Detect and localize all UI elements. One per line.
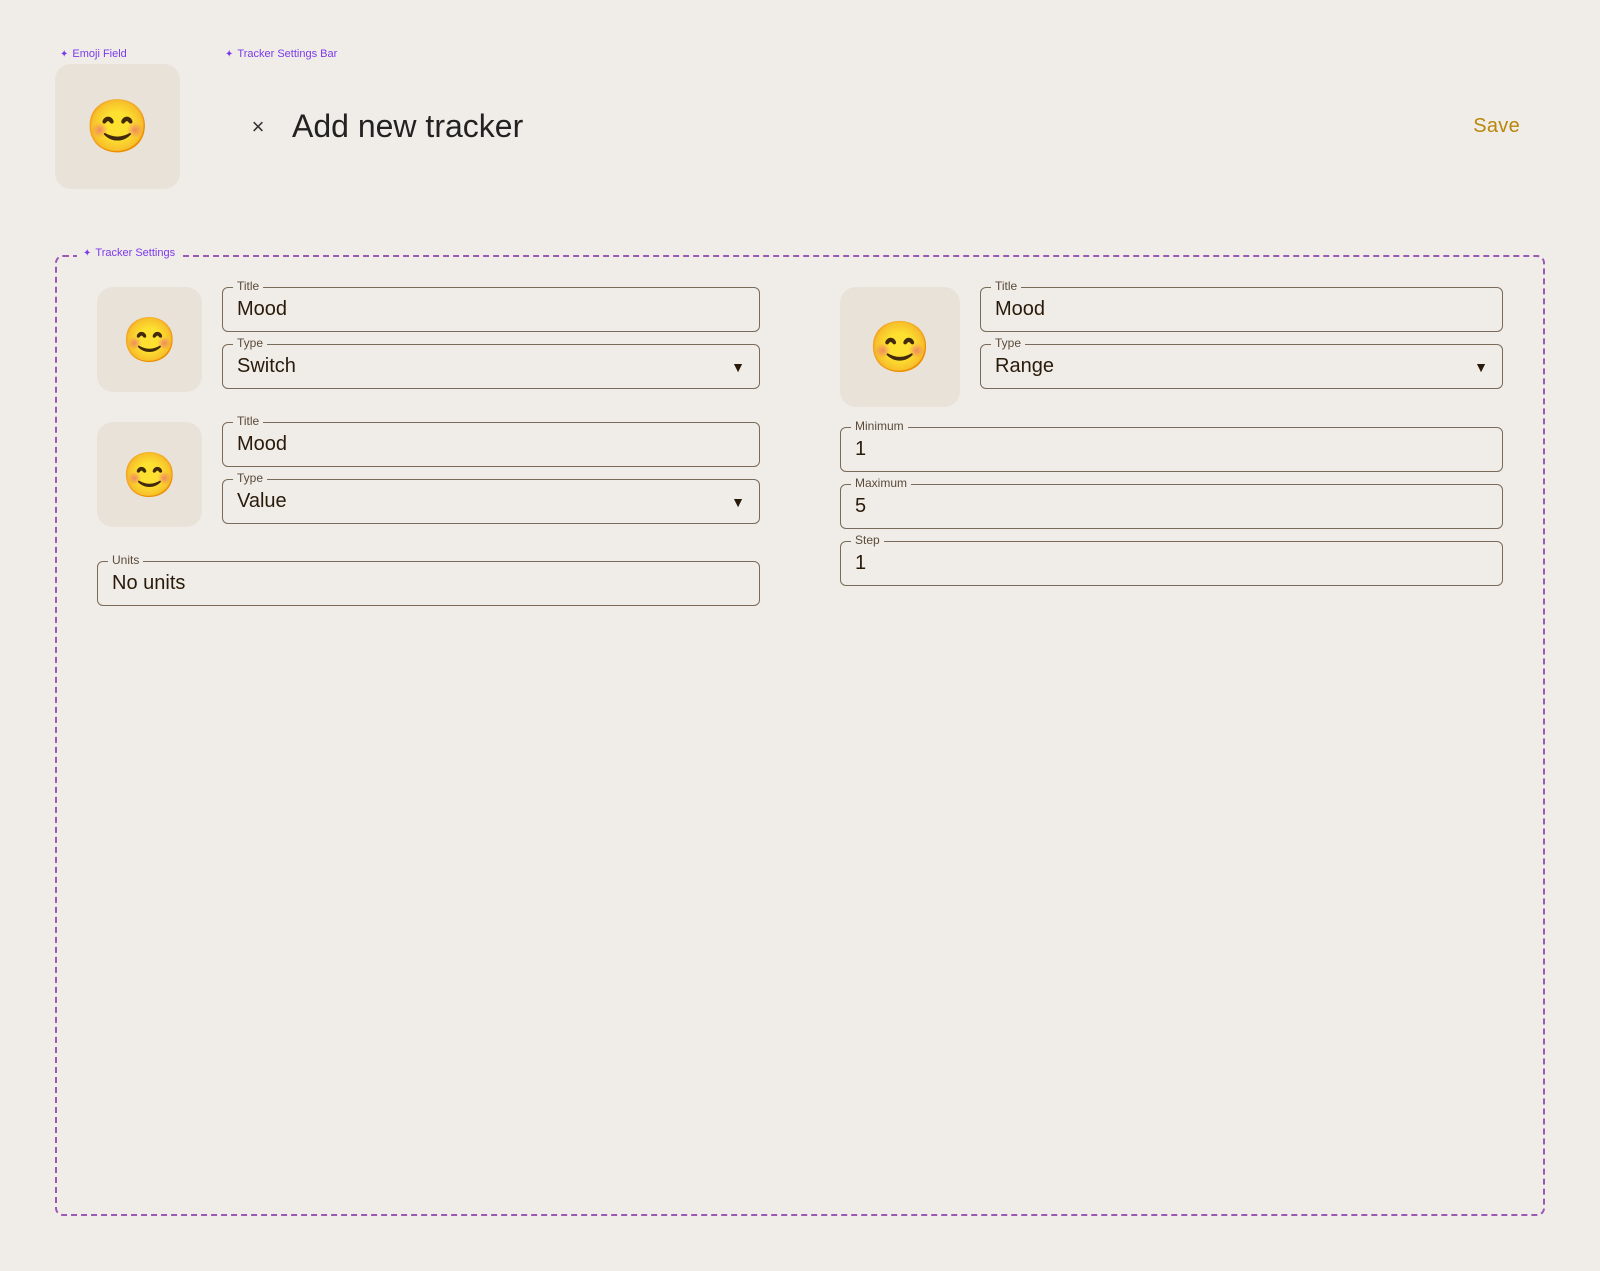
tracker-emoji-range[interactable]: 😊 (840, 287, 960, 407)
numeric-section: Minimum Maximum Step (840, 427, 1503, 586)
maximum-input[interactable] (855, 491, 1488, 518)
emoji-value: 😊 (122, 449, 177, 501)
tracker-settings-bar-annotation: Tracker Settings Bar (225, 48, 337, 60)
tracker-card-range: 😊 Title Type Range ▼ (840, 287, 1503, 407)
fields-value: Title Type Value ▼ (222, 422, 760, 524)
close-button[interactable]: × (240, 109, 276, 145)
title-label-value: Title (233, 414, 263, 428)
emoji-switch: 😊 (122, 314, 177, 366)
type-value-switch: Switch (237, 351, 296, 378)
tracker-settings-annotation: Tracker Settings (77, 247, 181, 259)
emoji-range: 😊 (869, 318, 931, 377)
dropdown-arrow-switch: ▼ (731, 359, 745, 375)
title-input-value[interactable] (237, 429, 745, 456)
type-field-value[interactable]: Type Value ▼ (222, 479, 760, 524)
step-field: Step (840, 541, 1503, 586)
tracker-card-value: 😊 Title Type Value ▼ (97, 422, 760, 527)
tracker-card-switch: 😊 Title Type Switch ▼ (97, 287, 760, 392)
maximum-field: Maximum (840, 484, 1503, 529)
type-field-switch[interactable]: Type Switch ▼ (222, 344, 760, 389)
dropdown-arrow-range: ▼ (1474, 359, 1488, 375)
tracker-emoji-value[interactable]: 😊 (97, 422, 202, 527)
step-label: Step (851, 533, 884, 547)
title-input-switch[interactable] (237, 294, 745, 321)
title-input-range[interactable] (995, 294, 1488, 321)
maximum-label: Maximum (851, 476, 911, 490)
emoji-field-box[interactable]: 😊 (55, 64, 180, 189)
tracker-settings-container: Tracker Settings 😊 Title Type Switc (55, 255, 1545, 1216)
right-column: 😊 Title Type Range ▼ (840, 287, 1503, 1174)
settings-grid: 😊 Title Type Switch ▼ (97, 287, 1503, 1174)
type-value-range: Range (995, 351, 1054, 378)
units-label: Units (108, 553, 143, 567)
emoji-display: 😊 (85, 96, 150, 157)
tracker-emoji-switch[interactable]: 😊 (97, 287, 202, 392)
type-label-switch: Type (233, 336, 267, 350)
left-column: 😊 Title Type Switch ▼ (97, 287, 760, 1174)
tracker-settings-bar: × Add new tracker Save (220, 64, 1540, 189)
title-field-value: Title (222, 422, 760, 467)
units-section: Units (97, 561, 760, 606)
minimum-field: Minimum (840, 427, 1503, 472)
title-label-range: Title (991, 279, 1021, 293)
title-field-range: Title (980, 287, 1503, 332)
minimum-label: Minimum (851, 419, 908, 433)
save-button[interactable]: Save (1473, 115, 1520, 138)
fields-switch: Title Type Switch ▼ (222, 287, 760, 389)
title-field-switch: Title (222, 287, 760, 332)
units-field: Units (97, 561, 760, 606)
page-title: Add new tracker (292, 108, 1473, 145)
type-label-range: Type (991, 336, 1025, 350)
units-input[interactable] (112, 568, 745, 595)
dropdown-arrow-value: ▼ (731, 494, 745, 510)
step-input[interactable] (855, 548, 1488, 575)
minimum-input[interactable] (855, 434, 1488, 461)
title-label-switch: Title (233, 279, 263, 293)
emoji-field-annotation: Emoji Field (60, 48, 127, 60)
type-field-range[interactable]: Type Range ▼ (980, 344, 1503, 389)
fields-range: Title Type Range ▼ (980, 287, 1503, 389)
type-label-value: Type (233, 471, 267, 485)
type-value-value: Value (237, 486, 287, 513)
